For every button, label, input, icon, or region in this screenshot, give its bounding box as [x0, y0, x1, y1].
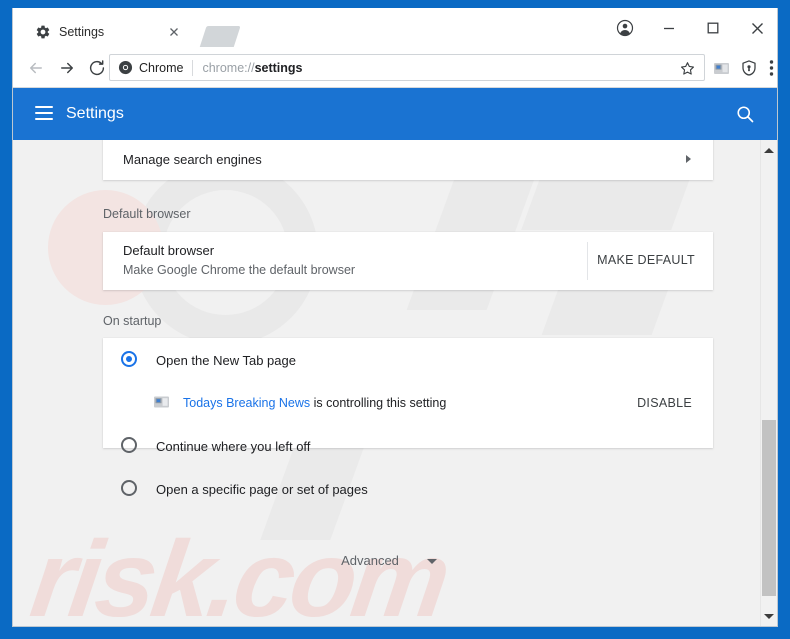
startup-option-continue[interactable]: Continue where you left off	[103, 424, 713, 467]
section-label-default-browser: Default browser	[103, 207, 191, 221]
reload-button[interactable]	[85, 56, 109, 80]
chrome-menu-button[interactable]	[766, 58, 776, 78]
arrow-left-icon	[30, 62, 42, 74]
on-startup-card: Open the New Tab page Todays Breaking Ne…	[103, 338, 713, 497]
omnibox-divider	[192, 59, 194, 76]
settings-page-header: Settings	[13, 88, 777, 140]
radio-new-tab[interactable]	[121, 351, 137, 367]
forward-button[interactable]	[55, 56, 79, 80]
profile-avatar-icon	[616, 19, 634, 37]
minimize-icon	[664, 27, 674, 30]
default-browser-title: Default browser	[123, 243, 215, 258]
extension-puzzle-icon	[713, 63, 729, 74]
page-scrollbar[interactable]	[760, 140, 777, 626]
profile-avatar-button[interactable]	[603, 8, 647, 48]
address-bar[interactable]: Chrome chrome://settings	[109, 54, 705, 81]
omnibox-url-main: settings	[254, 60, 303, 75]
scroll-down-arrow-icon[interactable]	[761, 608, 777, 625]
minimize-button[interactable]	[647, 8, 691, 48]
omnibox-url-text: chrome://settings	[202, 61, 302, 75]
default-browser-card: Default browser Make Google Chrome the d…	[103, 232, 713, 290]
close-icon	[751, 22, 763, 34]
radio-continue[interactable]	[121, 437, 137, 453]
browser-window: Settings Chrome chrome://settings Settin…	[0, 0, 790, 639]
browser-window-content: Settings Chrome chrome://settings Settin…	[12, 8, 778, 627]
arrow-up-glyph	[764, 148, 774, 153]
omnibox-security-label: Chrome	[139, 60, 184, 75]
default-browser-subtitle: Make Google Chrome the default browser	[123, 263, 356, 277]
search-icon[interactable]	[735, 104, 755, 124]
settings-scroll-viewport: risk.com Manage search engines Default b…	[13, 140, 777, 627]
hamburger-menu-icon[interactable]	[35, 106, 53, 120]
disable-extension-button[interactable]: DISABLE	[637, 394, 692, 412]
hamburger-line	[35, 118, 53, 120]
chevron-right-icon	[686, 155, 691, 163]
chrome-logo-icon	[118, 60, 133, 75]
startup-option-new-tab[interactable]: Open the New Tab page	[103, 338, 713, 381]
extension-icon-button[interactable]	[711, 58, 731, 78]
three-dot-menu-icon	[769, 60, 773, 76]
tab-settings[interactable]: Settings	[13, 16, 203, 48]
extension-name-link[interactable]: Todays Breaking News	[183, 396, 310, 410]
back-button[interactable]	[24, 56, 48, 80]
chevron-down-icon	[426, 558, 437, 564]
arrow-down-glyph	[764, 614, 774, 619]
page-title: Settings	[66, 105, 124, 122]
extension-control-notice: Todays Breaking News is controlling this…	[103, 381, 713, 424]
section-label-on-startup: On startup	[103, 314, 162, 328]
extension-puzzle-icon	[153, 394, 170, 410]
startup-option-specific-page[interactable]: Open a specific page or set of pages	[103, 467, 713, 510]
maximize-button[interactable]	[691, 8, 735, 48]
radio-specific-page[interactable]	[121, 480, 137, 496]
manage-search-engines-label: Manage search engines	[123, 152, 262, 167]
startup-option-label: Open the New Tab page	[156, 353, 296, 368]
hamburger-line	[35, 112, 53, 114]
vertical-divider	[587, 242, 588, 280]
shield-icon	[742, 60, 756, 76]
omnibox-security-chip[interactable]: Chrome	[110, 60, 183, 75]
maximize-icon	[707, 22, 719, 34]
make-default-button[interactable]: MAKE DEFAULT	[597, 251, 695, 269]
extension-notice-rest: is controlling this setting	[310, 396, 447, 410]
shield-icon-button[interactable]	[739, 58, 759, 78]
bookmark-star-icon[interactable]	[679, 60, 697, 78]
gear-icon	[35, 24, 51, 40]
new-tab-button[interactable]	[199, 26, 241, 48]
tab-strip: Settings	[13, 8, 777, 48]
omnibox-url-prefix: chrome://	[202, 60, 255, 75]
search-engines-card: Manage search engines	[103, 140, 713, 180]
tab-close-icon[interactable]	[167, 25, 181, 39]
hamburger-line	[35, 106, 53, 108]
browser-toolbar: Chrome chrome://settings	[13, 48, 777, 88]
window-caption-buttons	[603, 8, 777, 48]
extension-notice-text: Todays Breaking News is controlling this…	[183, 394, 446, 412]
scroll-up-arrow-icon[interactable]	[761, 142, 777, 159]
reload-icon	[89, 60, 105, 76]
arrow-right-icon	[61, 62, 73, 74]
close-button[interactable]	[735, 8, 777, 48]
watermark-text: risk.com	[24, 518, 454, 627]
advanced-toggle[interactable]: Advanced	[13, 552, 765, 570]
row-manage-search-engines[interactable]: Manage search engines	[103, 140, 713, 180]
scrollbar-thumb[interactable]	[762, 420, 776, 596]
startup-option-label: Continue where you left off	[156, 439, 311, 454]
tab-title: Settings	[59, 25, 105, 39]
advanced-label: Advanced	[341, 553, 399, 568]
startup-option-label: Open a specific page or set of pages	[156, 482, 368, 497]
